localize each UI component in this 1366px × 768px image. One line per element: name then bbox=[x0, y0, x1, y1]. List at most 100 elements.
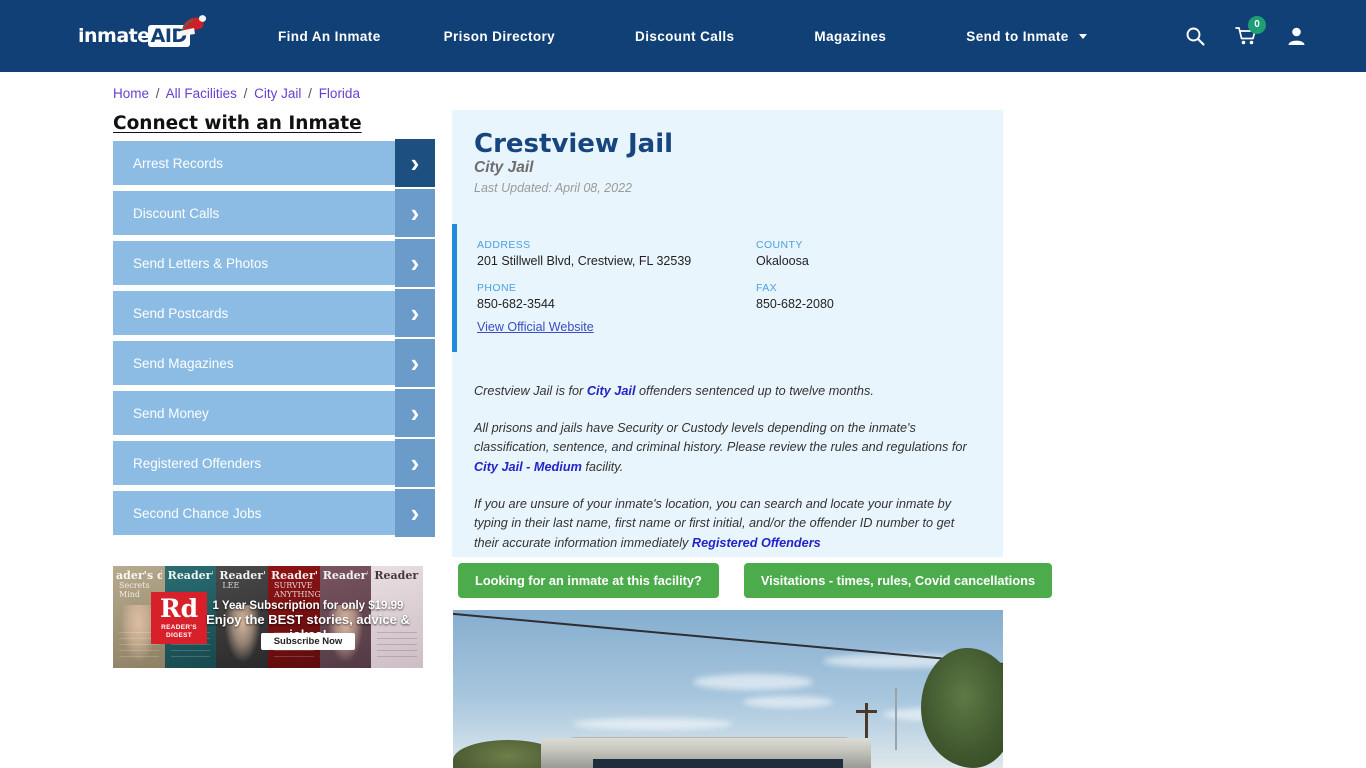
breadcrumb-separator: / bbox=[243, 86, 248, 101]
antenna-mast bbox=[895, 688, 897, 750]
sidebar-item-label: Registered Offenders bbox=[133, 455, 262, 471]
nav-item-prison-directory[interactable]: Prison Directory bbox=[404, 29, 595, 44]
facility-description: Crestview Jail is for City Jail offender… bbox=[474, 382, 979, 571]
nav-item-find-an-inmate[interactable]: Find An Inmate bbox=[255, 29, 404, 44]
sidebar-item-label: Send Money bbox=[133, 405, 209, 421]
chevron-down-icon bbox=[1078, 34, 1087, 40]
contact-column-right: COUNTY Okaloosa FAX 850-682-2080 bbox=[756, 239, 976, 325]
cta-button-row: Looking for an inmate at this facility? … bbox=[458, 563, 1053, 598]
breadcrumb-item-city-jail[interactable]: City Jail bbox=[254, 86, 301, 101]
county-value: Okaloosa bbox=[756, 254, 809, 268]
desc-text: facility. bbox=[581, 460, 624, 475]
sidebar-item-label: Second Chance Jobs bbox=[133, 505, 262, 521]
nav-label: Find An Inmate bbox=[278, 28, 381, 44]
nav-item-magazines[interactable]: Magazines bbox=[774, 29, 926, 44]
sidebar-item-send-magazines[interactable]: Send Magazines › bbox=[113, 339, 435, 387]
sidebar-menu: Arrest Records › Discount Calls › Send L… bbox=[113, 139, 435, 541]
chevron-right-icon: › bbox=[395, 439, 435, 487]
chevron-right-icon: › bbox=[395, 189, 435, 237]
sidebar-item-arrest-records[interactable]: Arrest Records › bbox=[113, 139, 435, 187]
sidebar-title: Connect with an Inmate bbox=[113, 113, 362, 134]
description-paragraph-3: If you are unsure of your inmate's locat… bbox=[474, 495, 979, 554]
chevron-right-icon: › bbox=[395, 489, 435, 537]
ad-cover-header: Reader's digest bbox=[167, 569, 214, 582]
link-city-jail-medium[interactable]: City Jail - Medium bbox=[474, 460, 582, 474]
facility-type-subtitle: City Jail bbox=[474, 159, 534, 176]
nav-label: Discount Calls bbox=[635, 28, 735, 44]
address-label: ADDRESS bbox=[477, 239, 531, 251]
tree-right bbox=[921, 648, 1003, 768]
last-updated-text: Last Updated: April 08, 2022 bbox=[474, 181, 632, 195]
address-value: 201 Stillwell Blvd, Crestview, FL 32539 bbox=[477, 254, 692, 268]
desc-text: Crestview Jail is for bbox=[474, 384, 587, 398]
header-icon-group: 0 bbox=[1185, 0, 1306, 72]
sidebar-item-label: Arrest Records bbox=[133, 155, 224, 171]
breadcrumb-item-home[interactable]: Home bbox=[113, 86, 149, 101]
breadcrumb: Home / All Facilities / City Jail / Flor… bbox=[113, 86, 360, 101]
desc-text: offenders sentenced up to twelve months. bbox=[635, 384, 874, 398]
looking-for-inmate-button[interactable]: Looking for an inmate at this facility? bbox=[458, 563, 719, 598]
cloud-shape bbox=[743, 696, 833, 708]
description-paragraph-1: Crestview Jail is for City Jail offender… bbox=[474, 382, 979, 402]
facility-street-view-photo bbox=[453, 610, 1003, 768]
sidebar-item-second-chance-jobs[interactable]: Second Chance Jobs › bbox=[113, 489, 435, 537]
sidebar-item-discount-calls[interactable]: Discount Calls › bbox=[113, 189, 435, 237]
sidebar-item-registered-offenders[interactable]: Registered Offenders › bbox=[113, 439, 435, 487]
advertisement-banner[interactable]: ader's digest Secrets Mind Reader's dige… bbox=[113, 566, 423, 668]
visitations-info-button[interactable]: Visitations - times, rules, Covid cancel… bbox=[743, 563, 1053, 598]
breadcrumb-separator: / bbox=[155, 86, 160, 101]
sidebar-item-send-letters-photos[interactable]: Send Letters & Photos › bbox=[113, 239, 435, 287]
breadcrumb-item-florida[interactable]: Florida bbox=[319, 86, 360, 101]
nav-item-send-to-inmate[interactable]: Send to Inmate bbox=[926, 29, 1127, 44]
nav-item-discount-calls[interactable]: Discount Calls bbox=[595, 29, 774, 44]
rd-logo-mark: Rd bbox=[159, 594, 199, 624]
link-registered-offenders[interactable]: Registered Offenders bbox=[692, 536, 821, 550]
view-official-website-link[interactable]: View Official Website bbox=[477, 320, 594, 334]
sidebar-item-label: Send Magazines bbox=[133, 355, 234, 371]
sidebar-item-label: Discount Calls bbox=[133, 205, 220, 221]
site-header: inmate AID Find An Inmate Prison Directo… bbox=[0, 0, 1366, 72]
ad-cover-header: Reader digest bbox=[374, 569, 420, 582]
sidebar-item-label: Send Letters & Photos bbox=[133, 255, 269, 271]
ad-subscribe-button[interactable]: Subscribe Now bbox=[261, 633, 355, 650]
facility-contact-block: ADDRESS 201 Stillwell Blvd, Crestview, F… bbox=[452, 224, 1003, 352]
chevron-right-icon: › bbox=[395, 239, 435, 287]
sidebar-item-send-postcards[interactable]: Send Postcards › bbox=[113, 289, 435, 337]
phone-label: PHONE bbox=[477, 282, 517, 294]
fax-value: 850-682-2080 bbox=[756, 297, 834, 311]
cart-icon[interactable]: 0 bbox=[1235, 16, 1266, 46]
phone-value: 850-682-3544 bbox=[477, 297, 555, 311]
chevron-right-icon: › bbox=[395, 139, 435, 187]
chevron-right-icon: › bbox=[395, 339, 435, 387]
link-city-jail[interactable]: City Jail bbox=[587, 384, 636, 398]
utility-pole-crossarm bbox=[856, 710, 877, 713]
ad-cover-sub: SURVIVE ANYTHING bbox=[274, 581, 320, 599]
breadcrumb-separator: / bbox=[308, 86, 312, 101]
ad-cover-sub: LEE bbox=[222, 581, 240, 590]
desc-text: All prisons and jails have Security or C… bbox=[474, 420, 967, 455]
logo-text-inmate: inmate bbox=[78, 25, 150, 47]
main-navigation: Find An Inmate Prison Directory Discount… bbox=[255, 0, 1127, 72]
cloud-shape bbox=[573, 718, 733, 730]
site-logo[interactable]: inmate AID bbox=[78, 15, 207, 54]
chevron-right-icon: › bbox=[395, 289, 435, 337]
user-account-icon[interactable] bbox=[1287, 26, 1306, 46]
nav-label: Magazines bbox=[814, 28, 887, 44]
chevron-right-icon: › bbox=[395, 389, 435, 437]
nav-label: Send to Inmate bbox=[966, 28, 1069, 44]
page-title: Crestview Jail bbox=[474, 129, 674, 159]
building-shadow-band bbox=[593, 759, 843, 768]
logo-text-aid: AID bbox=[147, 25, 190, 47]
ad-headline-primary: 1 Year Subscription for only $19.99 bbox=[212, 600, 404, 612]
cart-badge-count: 0 bbox=[1248, 16, 1266, 34]
sidebar-item-send-money[interactable]: Send Money › bbox=[113, 389, 435, 437]
description-paragraph-2: All prisons and jails have Security or C… bbox=[474, 419, 979, 478]
search-icon[interactable] bbox=[1185, 26, 1205, 46]
breadcrumb-item-all-facilities[interactable]: All Facilities bbox=[166, 86, 237, 101]
facility-info-card: Crestview Jail City Jail Last Updated: A… bbox=[452, 110, 1003, 557]
county-label: COUNTY bbox=[756, 239, 803, 251]
nav-label: Prison Directory bbox=[443, 28, 556, 44]
cloud-shape bbox=[693, 674, 813, 690]
contact-column-left: ADDRESS 201 Stillwell Blvd, Crestview, F… bbox=[477, 239, 747, 325]
ad-cover-header: Reader's digest bbox=[322, 569, 369, 582]
